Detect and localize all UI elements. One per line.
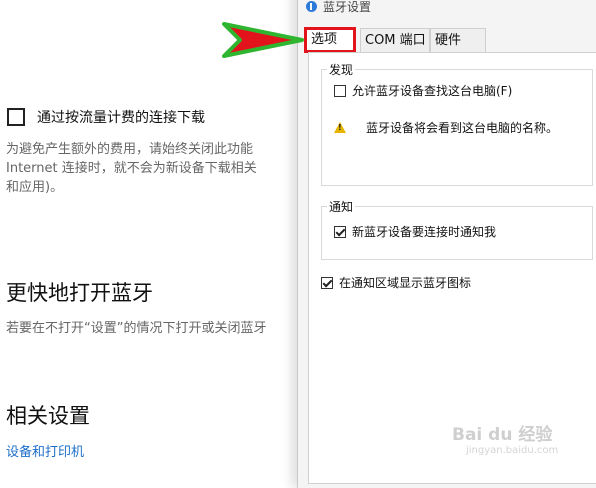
discovery-warning-text: 蓝牙设备将会看到这台电脑的名称。 — [366, 121, 559, 135]
metered-download-description: 为避免产生额外的费用，请始终关闭此功能 Internet 连接时，就不会为新设备… — [6, 140, 300, 197]
metered-download-checkbox[interactable] — [7, 108, 25, 126]
metered-download-setting[interactable]: 通过按流量计费的连接下载 — [7, 107, 205, 127]
annotation-arrow-icon — [222, 22, 304, 58]
related-settings-heading: 相关设置 — [6, 404, 90, 428]
metered-download-label: 通过按流量计费的连接下载 — [37, 110, 205, 126]
open-bluetooth-description: 若要在不打开“设置”的情况下打开或关闭蓝牙 — [6, 321, 267, 336]
allow-discovery-label: 允许蓝牙设备查找这台电脑(F) — [352, 84, 513, 98]
discovery-legend: 发现 — [327, 61, 356, 78]
show-tray-icon-checkbox[interactable] — [321, 276, 333, 289]
notifications-group: 通知 新蓝牙设备要连接时通知我 — [321, 198, 593, 260]
settings-page: 通过按流量计费的连接下载 为避免产生额外的费用，请始终关闭此功能 Interne… — [0, 0, 300, 476]
discovery-group: 发现 允许蓝牙设备查找这台电脑(F) 蓝牙设备将会看到这台电脑的名称。 — [321, 61, 593, 186]
devices-and-printers-link[interactable]: 设备和打印机 — [6, 441, 84, 460]
baidu-watermark: Bai du 经验 jingyan.baidu.com — [452, 420, 558, 456]
watermark-text: Bai du 经验 — [452, 425, 553, 445]
bluetooth-settings-dialog: 蓝牙设置 COM 端口 硬件 选项 发现 允许蓝牙设备查找这台电脑(F) 蓝牙设… — [297, 0, 596, 488]
description-line: 和应用)。 — [6, 180, 64, 195]
tab-com-ports[interactable]: COM 端口 — [360, 28, 430, 52]
warning-icon — [334, 122, 346, 133]
description-line: 为避免产生额外的费用，请始终关闭此功能 — [6, 142, 254, 157]
bluetooth-icon — [306, 1, 317, 12]
dialog-tabs: COM 端口 硬件 选项 — [304, 27, 596, 53]
allow-discovery-option[interactable]: 允许蓝牙设备查找这台电脑(F) — [334, 82, 512, 99]
tab-hardware[interactable]: 硬件 — [430, 28, 486, 52]
notifications-legend: 通知 — [327, 198, 356, 215]
notify-new-device-checkbox[interactable] — [334, 225, 346, 238]
notify-new-device-option[interactable]: 新蓝牙设备要连接时通知我 — [334, 223, 496, 240]
show-tray-icon-label: 在通知区域显示蓝牙图标 — [339, 276, 472, 290]
show-tray-icon-option[interactable]: 在通知区域显示蓝牙图标 — [321, 274, 471, 291]
allow-discovery-checkbox[interactable] — [334, 84, 346, 97]
open-bluetooth-heading: 更快地打开蓝牙 — [6, 281, 153, 305]
tab-options[interactable]: 选项 — [304, 27, 356, 53]
dialog-title-bar: 蓝牙设置 — [306, 0, 371, 15]
notify-new-device-label: 新蓝牙设备要连接时通知我 — [352, 225, 497, 239]
dialog-title: 蓝牙设置 — [323, 0, 372, 14]
description-line: Internet 连接时，就不会为新设备下载相关 — [6, 161, 257, 176]
watermark-url: jingyan.baidu.com — [466, 445, 559, 456]
